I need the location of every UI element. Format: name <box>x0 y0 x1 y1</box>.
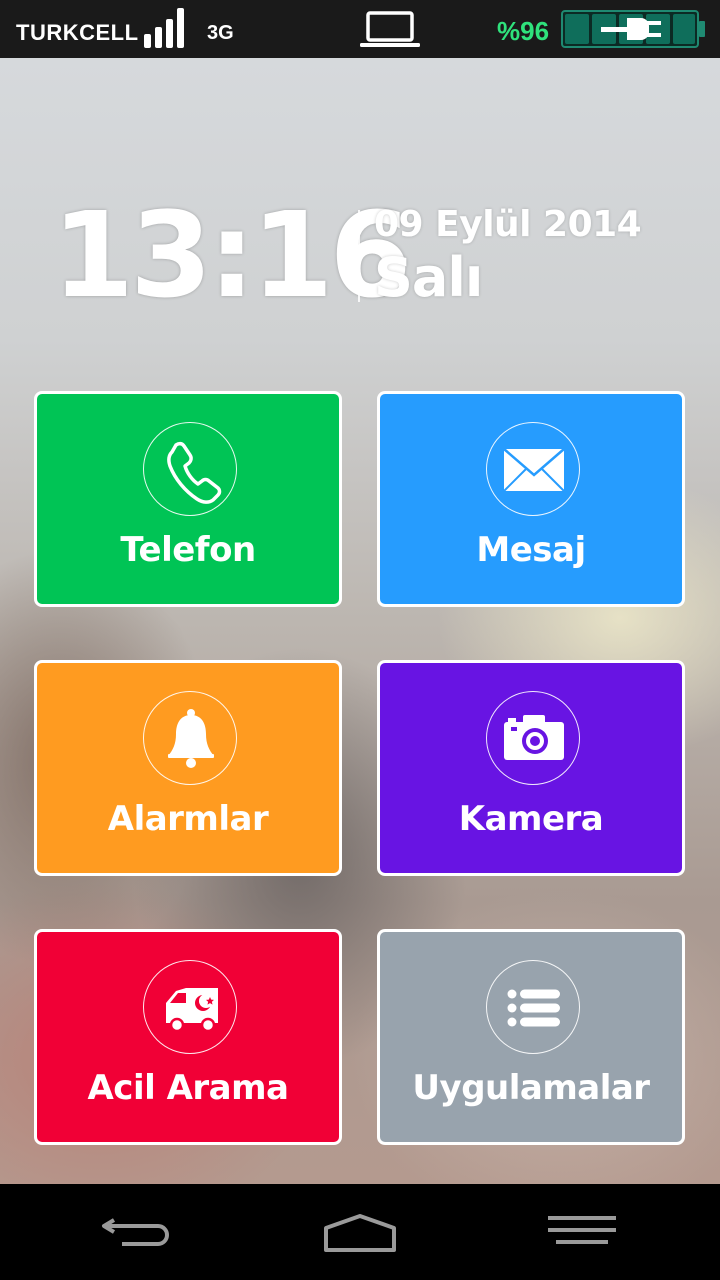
signal-icon <box>144 8 190 48</box>
menu-button[interactable] <box>542 1206 622 1256</box>
clock-divider <box>358 210 360 302</box>
status-bar: TURKCELL 3G %96 <box>0 0 720 58</box>
clock-day: Salı <box>374 246 483 309</box>
carrier-name: TURKCELL <box>16 20 139 45</box>
list-icon <box>486 960 580 1054</box>
tile-label: Acil Arama <box>87 1068 289 1108</box>
tile-label: Kamera <box>458 799 604 839</box>
tile-mesaj[interactable]: Mesaj <box>377 391 685 607</box>
battery-percent: %96 <box>497 16 550 46</box>
back-button[interactable] <box>100 1206 180 1256</box>
home-icon <box>324 1214 396 1252</box>
camera-icon <box>486 691 580 785</box>
tile-uygulamalar[interactable]: Uygulamalar <box>377 929 685 1145</box>
tile-label: Telefon <box>120 530 256 570</box>
home-button[interactable] <box>320 1206 400 1256</box>
battery-charging-icon <box>561 10 707 48</box>
envelope-icon <box>486 422 580 516</box>
bell-icon <box>143 691 237 785</box>
clock-time: 13:16 <box>52 186 412 324</box>
menu-icon <box>548 1216 616 1244</box>
network-type: 3G <box>207 22 234 44</box>
tile-label: Mesaj <box>476 530 586 570</box>
tile-alarmlar[interactable]: Alarmlar <box>34 660 342 876</box>
tile-acil-arama[interactable]: Acil Arama <box>34 929 342 1145</box>
phone-icon <box>143 422 237 516</box>
clock-date: 09 Eylül 2014 <box>374 204 642 245</box>
back-icon <box>102 1218 169 1246</box>
tile-label: Uygulamalar <box>412 1068 650 1108</box>
laptop-icon <box>360 10 420 50</box>
tile-kamera[interactable]: Kamera <box>377 660 685 876</box>
navigation-bar <box>0 1184 720 1280</box>
tile-telefon[interactable]: Telefon <box>34 391 342 607</box>
tile-label: Alarmlar <box>107 799 269 839</box>
ambulance-icon <box>143 960 237 1054</box>
